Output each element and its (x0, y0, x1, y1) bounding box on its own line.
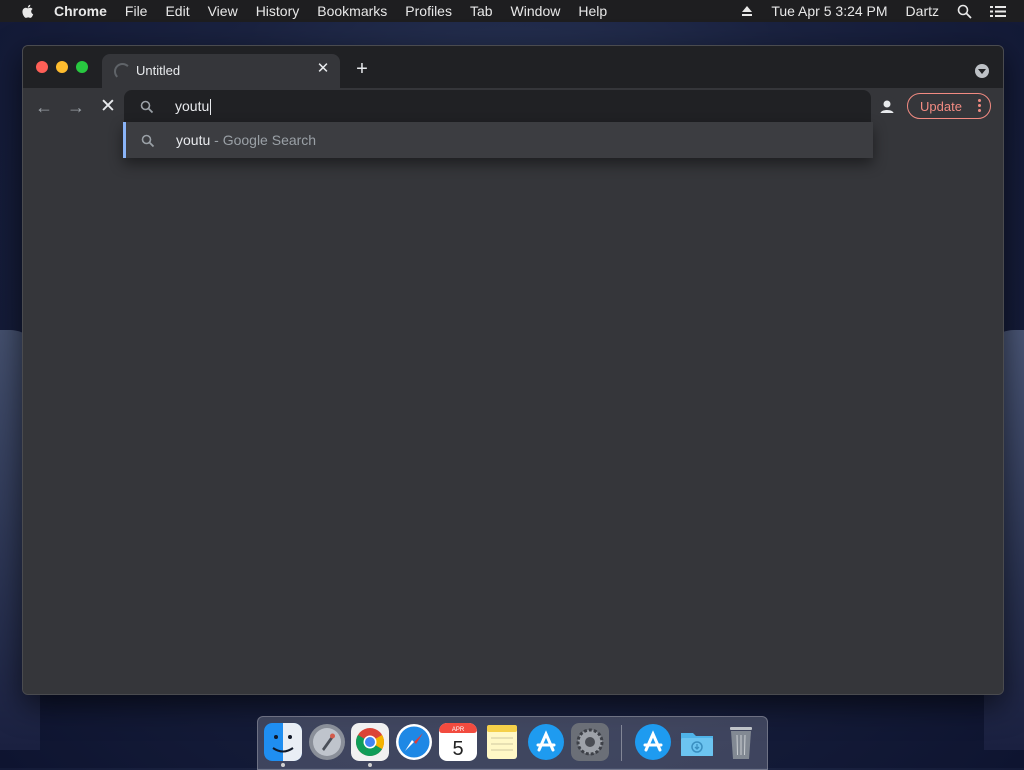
address-bar[interactable]: youtu (124, 90, 871, 124)
app-store-icon[interactable] (527, 723, 565, 761)
update-button-label: Update (920, 99, 962, 114)
search-icon (141, 134, 155, 148)
downloads-folder-icon[interactable] (678, 723, 716, 761)
menu-profiles[interactable]: Profiles (405, 3, 452, 19)
stop-loading-icon[interactable]: ✕ (97, 96, 119, 118)
suggestion-suffix: - Google Search (210, 132, 317, 148)
tab-untitled[interactable]: Untitled ✕ (102, 54, 340, 88)
window-close-button[interactable] (36, 61, 48, 73)
profile-button[interactable] (876, 96, 898, 118)
new-tab-button[interactable]: + (352, 59, 372, 79)
address-bar-input[interactable]: youtu (175, 98, 212, 116)
profile-avatar-icon (880, 100, 894, 113)
page-content[interactable] (23, 126, 1003, 694)
loading-spinner-icon (114, 63, 131, 80)
calendar-month: APR (452, 727, 465, 733)
finder-icon[interactable] (264, 723, 302, 761)
update-button[interactable]: Update (907, 93, 991, 119)
menu-bar: Chrome File Edit View History Bookmarks … (0, 0, 1024, 22)
menu-edit[interactable]: Edit (165, 3, 189, 19)
dock: APR 5 (257, 716, 768, 770)
control-center-icon[interactable] (990, 5, 1006, 18)
dock-separator (621, 725, 622, 761)
running-indicator (281, 763, 285, 767)
browser-toolbar: ← → ✕ youtu Update (23, 88, 1003, 126)
tab-strip: Untitled ✕ + (23, 46, 1003, 88)
notes-icon[interactable] (483, 723, 521, 761)
menu-history[interactable]: History (256, 3, 300, 19)
window-minimize-button[interactable] (56, 61, 68, 73)
apple-icon[interactable] (20, 3, 36, 19)
more-menu-icon[interactable] (977, 97, 981, 115)
calendar-day: 5 (452, 738, 463, 760)
safari-icon[interactable] (395, 723, 433, 761)
menu-view[interactable]: View (208, 3, 238, 19)
menu-user[interactable]: Dartz (906, 3, 939, 19)
text-caret (210, 99, 212, 116)
eject-icon[interactable] (741, 5, 753, 17)
system-preferences-icon[interactable] (571, 723, 609, 761)
spotlight-search-icon[interactable] (957, 4, 972, 19)
back-icon[interactable]: ← (33, 96, 55, 118)
suggestion-query: youtu (176, 132, 211, 148)
launchpad-icon[interactable] (308, 723, 346, 761)
menu-tab[interactable]: Tab (470, 3, 493, 19)
tab-close-icon[interactable]: ✕ (314, 60, 332, 78)
search-icon (140, 100, 154, 114)
menu-clock[interactable]: Tue Apr 5 3:24 PM (771, 3, 887, 19)
tab-title: Untitled (136, 63, 181, 78)
menu-file[interactable]: File (125, 3, 148, 19)
menu-bookmarks[interactable]: Bookmarks (317, 3, 387, 19)
menu-app-name[interactable]: Chrome (54, 3, 107, 19)
omnibox-suggestion[interactable]: youtu - Google Search (123, 122, 873, 158)
menu-help[interactable]: Help (578, 3, 607, 19)
calendar-icon[interactable]: APR 5 (439, 723, 477, 761)
trash-icon[interactable] (722, 723, 760, 761)
applications-folder-icon[interactable] (634, 723, 672, 761)
forward-icon[interactable]: → (65, 96, 87, 118)
menu-bar-status: Tue Apr 5 3:24 PM Dartz (741, 0, 1024, 22)
running-indicator (368, 763, 372, 767)
tab-search-icon[interactable] (975, 64, 989, 78)
window-zoom-button[interactable] (76, 61, 88, 73)
menu-window[interactable]: Window (511, 3, 561, 19)
suggestion-text: youtu - Google Search (176, 132, 316, 148)
chrome-icon[interactable] (351, 723, 389, 761)
